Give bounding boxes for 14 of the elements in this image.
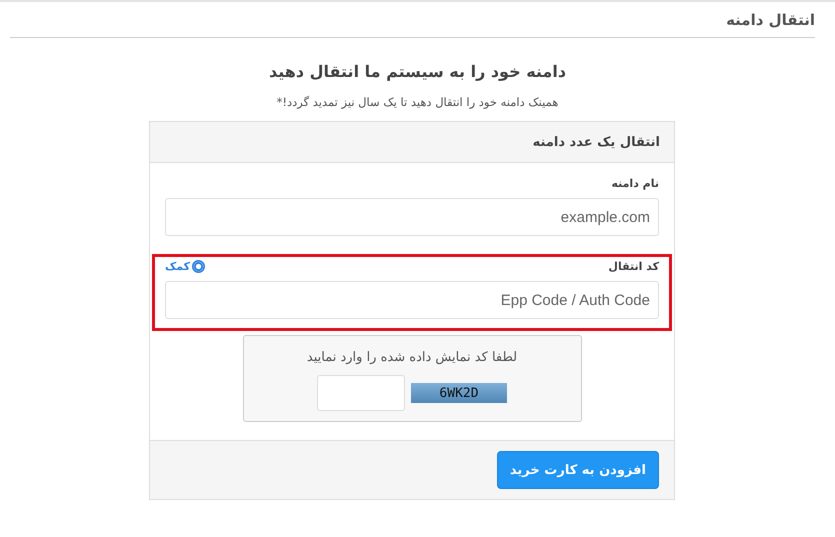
field-label: کد انتقال bbox=[608, 260, 659, 273]
subheading: همینک دامنه خود را انتقال دهید تا یک سال نیز تمدید گردد!* bbox=[276, 95, 560, 109]
add-to-cart-button[interactable]: افزودن به کارت خرید bbox=[496, 451, 659, 489]
input-field[interactable]: Epp Code / Auth Code bbox=[165, 281, 659, 319]
page-title: انتقال دامنه bbox=[726, 10, 815, 28]
field-label: نام دامنه bbox=[611, 177, 659, 190]
input-field[interactable]: example.com bbox=[165, 198, 659, 236]
heading: دامنه خود را به سیستم ما انتقال دهید bbox=[268, 62, 568, 81]
captcha-input[interactable] bbox=[317, 375, 405, 411]
captcha-prompt: لطفا کد نمایش داده شده را وارد نمایید bbox=[306, 350, 518, 365]
card-title: انتقال یک عدد دامنه bbox=[532, 134, 660, 150]
captcha-image: 6WK2D bbox=[411, 383, 507, 403]
help-link[interactable]: کمک bbox=[165, 260, 206, 273]
help-icon bbox=[192, 260, 206, 273]
